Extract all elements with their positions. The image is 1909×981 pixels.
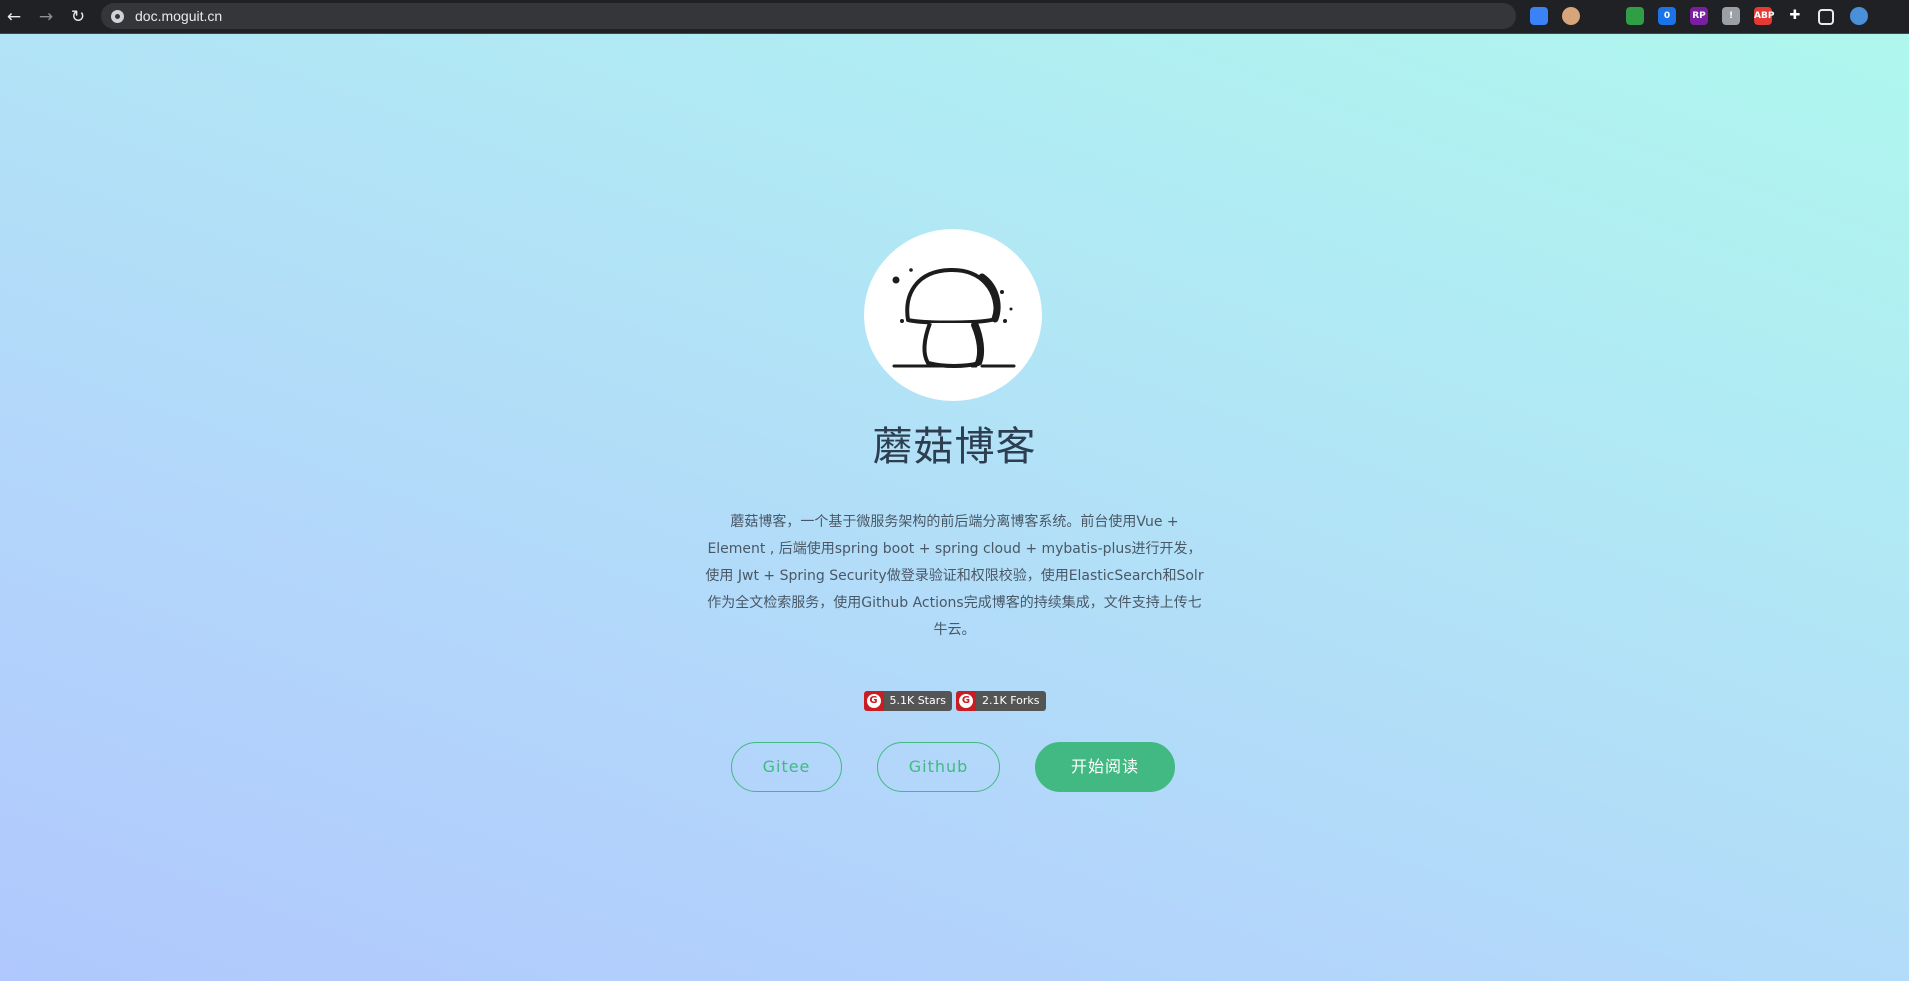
action-buttons: Gitee Github 开始阅读 [0, 742, 1909, 794]
gitee-icon: G [863, 691, 884, 711]
address-bar[interactable]: doc.moguit.cn [101, 3, 1516, 29]
adblock-plus-extension[interactable]: ABP [1754, 7, 1774, 25]
profile-avatar[interactable] [1850, 7, 1868, 25]
forks-badge-label: 2.1K Forks [976, 691, 1046, 711]
side-panel-toggle[interactable] [1818, 9, 1834, 25]
reload-icon[interactable]: ↻ [67, 6, 89, 28]
mushroom-logo [864, 229, 1042, 401]
avatar-extension[interactable] [1562, 7, 1580, 25]
start-reading-button[interactable]: 开始阅读 [1035, 742, 1175, 792]
leaf-extension[interactable] [1626, 7, 1644, 25]
rp-extension[interactable]: RP [1690, 7, 1708, 25]
sync-extension[interactable]: 0 [1658, 7, 1676, 25]
stars-badge[interactable]: G 5.1K Stars [863, 691, 952, 711]
project-description: 蘑菇博客，一个基于微服务架构的前后端分离博客系统。前台使用Vue + Eleme… [705, 514, 1204, 638]
grid-extension[interactable]: ! [1722, 7, 1740, 25]
github-button[interactable]: Github [877, 742, 1000, 792]
browser-toolbar: ← → ↻ doc.moguit.cn 0 RP! ABP ✚ [0, 0, 1909, 34]
forward-icon[interactable]: → [35, 6, 57, 28]
graduation-cap-extension[interactable] [1530, 7, 1548, 25]
page-title: 蘑菇博客 [872, 424, 1037, 470]
back-icon[interactable]: ← [3, 6, 25, 28]
gitee-button[interactable]: Gitee [731, 742, 842, 792]
badge-row: G 5.1K Stars G 2.1K Forks [0, 691, 1909, 711]
vue-devtools-extension[interactable] [1594, 7, 1612, 25]
address-bar-url[interactable]: doc.moguit.cn [135, 7, 222, 25]
mushroom-icon [892, 267, 1016, 368]
stars-badge-label: 5.1K Stars [883, 691, 952, 711]
forks-badge[interactable]: G 2.1K Forks [956, 691, 1046, 711]
gitee-icon: G [956, 691, 976, 711]
puzzle-extensions-menu[interactable]: ✚ [1786, 7, 1804, 25]
site-info-icon[interactable] [111, 10, 124, 23]
page-content: 蘑菇博客 蘑菇博客，一个基于微服务架构的前后端分离博客系统。前台使用Vue + … [0, 34, 1909, 981]
